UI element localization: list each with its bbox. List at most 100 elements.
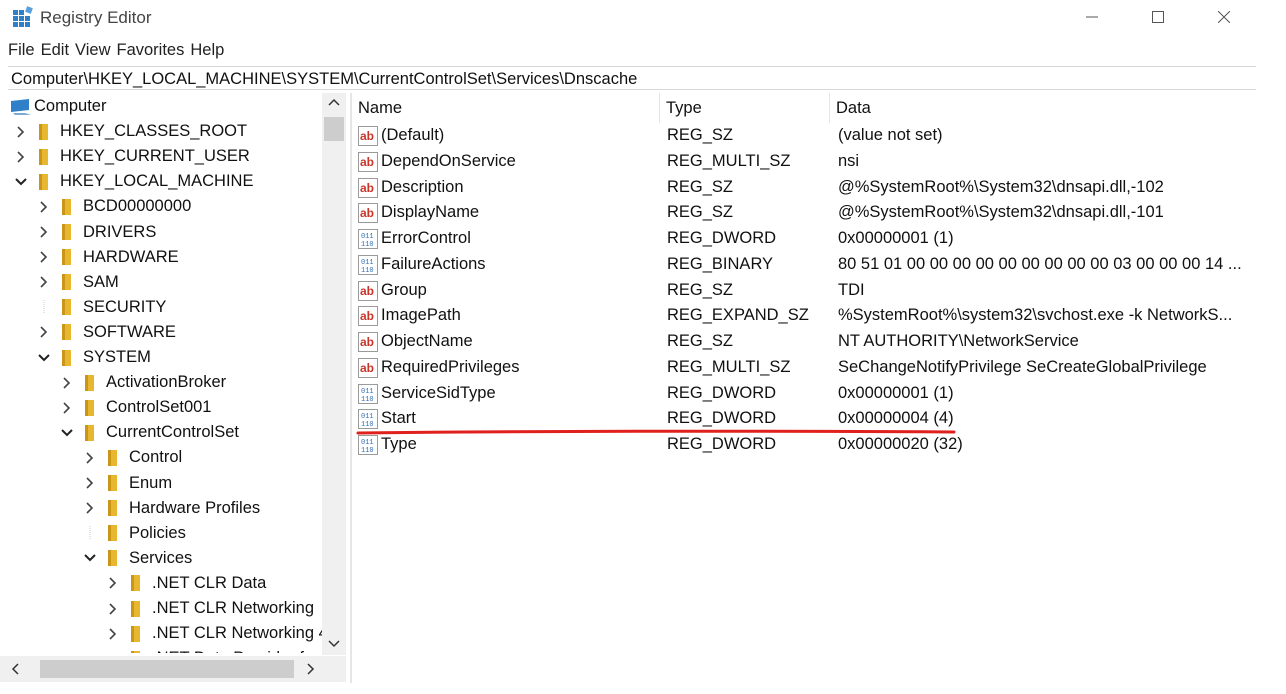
value-type: REG_BINARY <box>667 254 774 273</box>
value-row-objectname[interactable]: ab ObjectName REG_SZ NT AUTHORITY\NetworkSe… <box>352 329 1252 355</box>
chevron-right-icon[interactable] <box>83 501 97 515</box>
chevron-down-icon[interactable] <box>60 426 74 440</box>
tree-item-services[interactable]: Services <box>83 546 192 571</box>
value-row-failureactions[interactable]: 011 110 FailureActions REG_BINARY 80 51 01 0… <box>352 252 1252 278</box>
value-type: REG_SZ <box>667 280 734 299</box>
value-row-errorcontrol[interactable]: 011 110 ErrorControl REG_DWORD 0x00000001 (1… <box>352 226 1252 252</box>
chevron-down-icon[interactable] <box>37 351 51 365</box>
string-value-icon: ab <box>358 332 378 352</box>
value-type: REG_DWORD <box>667 383 777 402</box>
chevron-right-icon[interactable] <box>83 451 97 465</box>
chevron-right-icon[interactable] <box>37 275 51 289</box>
chevron-right-icon[interactable] <box>37 200 51 214</box>
tree-item-label: DRIVERS <box>83 222 157 241</box>
scroll-down-icon[interactable] <box>328 639 340 649</box>
svg-text:011: 011 <box>361 413 374 421</box>
value-row-default[interactable]: ab (Default) REG_SZ (value not set) <box>352 123 1252 149</box>
tree-item-enum[interactable]: Enum <box>83 471 172 496</box>
svg-text:110: 110 <box>361 447 374 455</box>
chevron-right-icon[interactable] <box>106 627 120 641</box>
tree-vertical-scrollbar[interactable] <box>322 93 346 655</box>
tree-item-control[interactable]: Control <box>83 445 182 470</box>
tree-item-software[interactable]: SOFTWARE <box>37 320 176 345</box>
menu-view[interactable]: View <box>75 41 110 63</box>
minimize-icon <box>1086 16 1098 18</box>
minimize-button[interactable] <box>1060 0 1124 34</box>
title-bar: Registry Editor <box>0 0 1286 36</box>
scroll-right-icon[interactable] <box>306 663 316 675</box>
tree-item-label: SYSTEM <box>83 348 151 366</box>
tree-item-net-clr-data[interactable]: .NET CLR Data <box>106 571 266 596</box>
tree-item-controlset001[interactable]: ControlSet001 <box>60 395 212 420</box>
tree-item-label: HKEY_CLASSES_ROOT <box>60 122 248 141</box>
tree-item-bcd00000000[interactable]: BCD00000000 <box>37 194 191 219</box>
tree-item-currentcontrolset[interactable]: CurrentControlSet <box>60 420 239 445</box>
tree-item-net-clr-networking[interactable]: .NET CLR Networking <box>106 596 314 621</box>
scroll-up-icon[interactable] <box>328 97 340 107</box>
chevron-right-icon[interactable] <box>60 376 74 390</box>
chevron-right-icon[interactable] <box>37 325 51 339</box>
address-bar[interactable]: Computer\HKEY_LOCAL_MACHINE\SYSTEM\Curre… <box>8 66 1256 90</box>
tree-item-hardware[interactable]: HARDWARE <box>37 245 179 270</box>
tree-item-system[interactable]: SYSTEM <box>37 345 151 370</box>
value-row-requiredprivileges[interactable]: ab RequiredPrivileges REG_MULTI_SZ SeChange… <box>352 355 1252 381</box>
value-row-imagepath[interactable]: ab ImagePath REG_EXPAND_SZ %SystemRoot%\sys… <box>352 303 1252 329</box>
svg-text:011: 011 <box>361 439 374 447</box>
tree-item-label: HKEY_CURRENT_USER <box>60 147 250 166</box>
tree-scroll-thumb[interactable] <box>324 117 344 141</box>
value-data: SeChangeNotifyPrivilege SeCreateGlobalPr… <box>838 357 1207 376</box>
tree-item-drivers[interactable]: DRIVERS <box>37 220 156 245</box>
chevron-right-icon[interactable] <box>83 476 97 490</box>
menu-help[interactable]: Help <box>190 41 224 63</box>
chevron-right-icon[interactable] <box>37 225 51 239</box>
folder-icon <box>108 449 117 466</box>
chevron-down-icon[interactable] <box>14 175 28 189</box>
chevron-right-icon[interactable] <box>106 576 120 590</box>
chevron-right-icon[interactable] <box>37 250 51 264</box>
value-row-group[interactable]: ab Group REG_SZ TDI <box>352 278 1252 304</box>
tree-item-label: Hardware Profiles <box>129 498 261 517</box>
scroll-left-icon[interactable] <box>10 663 20 675</box>
chevron-right-icon[interactable] <box>14 125 28 139</box>
tree-item-net-data-provider-f[interactable]: .NET Data Provider f <box>106 646 304 653</box>
tree-item-label: Control <box>129 448 183 467</box>
menu-edit[interactable]: Edit <box>41 41 69 63</box>
tree-item-label: HKEY_LOCAL_MACHINE <box>60 172 254 191</box>
value-row-displayname[interactable]: ab DisplayName REG_SZ @%SystemRoot%\System3… <box>352 200 1252 226</box>
string-value-icon: ab <box>358 280 378 301</box>
tree-item-hkey-local-machine[interactable]: HKEY_LOCAL_MACHINE <box>14 169 253 194</box>
value-row-dependonservice[interactable]: ab DependOnService REG_MULTI_SZ nsi <box>352 149 1252 175</box>
maximize-button[interactable] <box>1126 0 1190 34</box>
chevron-right-icon[interactable] <box>60 401 74 415</box>
registry-editor-icon <box>13 6 33 27</box>
tree-item-hkey-classes-root[interactable]: HKEY_CLASSES_ROOT <box>14 119 247 144</box>
close-button[interactable] <box>1192 0 1256 34</box>
values-list: Name Type Data ab (Default) REG_SZ (value n… <box>352 93 1256 683</box>
chevron-down-icon[interactable] <box>83 551 97 565</box>
tree-item-sam[interactable]: SAM <box>37 270 119 295</box>
chevron-right-icon[interactable] <box>106 652 120 653</box>
column-header-name[interactable]: Name <box>352 93 660 123</box>
folder-icon <box>62 349 71 366</box>
column-header-data[interactable]: Data <box>830 93 1254 123</box>
column-header-type[interactable]: Type <box>660 93 830 123</box>
value-type: REG_MULTI_SZ <box>667 151 791 170</box>
tree-item-activationbroker[interactable]: ActivationBroker <box>60 370 226 395</box>
tree-item-policies[interactable]: Policies <box>83 521 186 546</box>
tree-item-computer[interactable]: Computer <box>10 94 106 119</box>
svg-text:ab: ab <box>360 309 374 323</box>
chevron-right-icon[interactable] <box>14 150 28 164</box>
value-row-servicesidtype[interactable]: 011 110 ServiceSidType REG_DWORD 0x00000001 … <box>352 381 1252 407</box>
menu-favorites[interactable]: Favorites <box>117 41 185 63</box>
tree-item-hardware-profiles[interactable]: Hardware Profiles <box>83 496 260 521</box>
value-row-description[interactable]: ab Description REG_SZ @%SystemRoot%\System3… <box>352 175 1252 201</box>
tree-item-net-clr-networking-4[interactable]: .NET CLR Networking 4 <box>106 621 322 646</box>
tree-item-label: ControlSet001 <box>106 398 212 417</box>
tree-item-security[interactable]: SECURITY <box>37 295 166 320</box>
binary-value-icon: 011110 <box>358 229 378 249</box>
tree-horizontal-scrollbar[interactable] <box>0 656 346 682</box>
menu-file[interactable]: File <box>8 41 35 63</box>
chevron-right-icon[interactable] <box>106 602 120 616</box>
tree-item-hkey-current-user[interactable]: HKEY_CURRENT_USER <box>14 144 250 169</box>
tree-hscroll-thumb[interactable] <box>40 660 294 678</box>
